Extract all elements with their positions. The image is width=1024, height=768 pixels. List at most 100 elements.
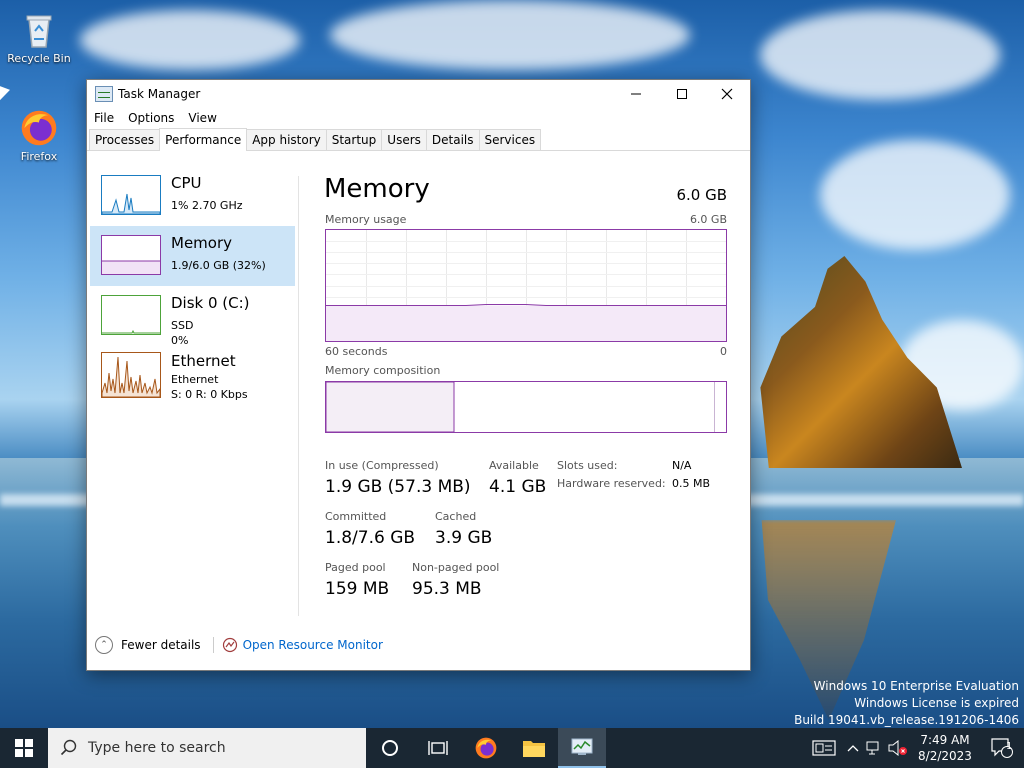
firefox-label: Firefox <box>20 150 58 163</box>
minimize-button[interactable] <box>613 80 659 108</box>
taskbar-firefox[interactable] <box>462 728 510 768</box>
sidebar-item-memory[interactable]: Memory 1.9/6.0 GB (32%) <box>90 226 295 286</box>
folder-icon <box>523 741 545 757</box>
resource-sidebar: CPU 1% 2.70 GHz Memory 1.9/6.0 GB (32%) <box>90 166 295 406</box>
paged-pool-label: Paged pool <box>325 561 386 574</box>
task-manager-icon <box>571 738 593 755</box>
graph-axis-right: 0 <box>720 345 727 358</box>
taskbar-file-explorer[interactable] <box>510 728 558 768</box>
chevron-up-icon[interactable]: ⌃ <box>95 636 113 654</box>
tab-processes[interactable]: Processes <box>89 129 161 150</box>
sidebar-item-cpu[interactable]: CPU 1% 2.70 GHz <box>90 166 295 226</box>
volume-muted-icon <box>888 740 907 756</box>
available-label: Available <box>489 459 539 472</box>
task-view-icon <box>428 741 448 755</box>
close-icon <box>721 88 733 100</box>
hardware-reserved-value: 0.5 MB <box>672 477 711 490</box>
task-view-button[interactable] <box>414 728 462 768</box>
sidebar-item-disk[interactable]: Disk 0 (C:) SSD 0% <box>90 286 295 347</box>
taskbar-search-box[interactable]: Type here to search <box>48 728 366 768</box>
fewer-details-link[interactable]: Fewer details <box>121 638 201 652</box>
memory-total: 6.0 GB <box>676 186 727 204</box>
action-center-button[interactable]: 1 <box>980 728 1024 768</box>
menu-options[interactable]: Options <box>123 111 179 125</box>
show-hidden-icons-button[interactable] <box>842 728 864 768</box>
notification-count: 1 <box>1006 741 1013 752</box>
cloud <box>760 10 1000 100</box>
cortana-icon <box>382 740 398 756</box>
memory-composition-label: Memory composition <box>325 364 441 377</box>
maximize-button[interactable] <box>659 80 705 108</box>
task-manager-window: Task Manager File Options View Processes… <box>86 79 751 671</box>
minimize-icon <box>631 93 641 95</box>
cached-value: 3.9 GB <box>435 528 493 548</box>
slots-used-label: Slots used: <box>557 459 618 472</box>
menu-view[interactable]: View <box>183 111 221 125</box>
start-button[interactable] <box>0 728 48 768</box>
memory-composition-bar <box>325 381 727 433</box>
tab-startup[interactable]: Startup <box>325 129 383 150</box>
open-resource-monitor-link[interactable]: Open Resource Monitor <box>243 638 383 652</box>
cloud <box>820 140 1010 250</box>
memory-sparkline <box>101 235 161 275</box>
composition-in-use[interactable] <box>325 381 455 433</box>
title-bar[interactable]: Task Manager <box>87 80 750 108</box>
sidebar-item-name: CPU <box>171 174 202 192</box>
desktop-icon-recycle-bin[interactable]: Recycle Bin <box>3 10 75 65</box>
watermark-line: Build 19041.vb_release.191206-1406 <box>794 713 1019 727</box>
task-manager-icon <box>95 86 113 102</box>
tab-users[interactable]: Users <box>381 129 427 150</box>
sidebar-item-detail: SSD <box>171 319 194 332</box>
clock-date: 8/2/2023 <box>918 749 972 763</box>
cached-label: Cached <box>435 510 477 523</box>
taskbar: Type here to search 7:49 AM 8/2/2023 1 <box>0 728 1024 768</box>
firefox-icon <box>475 737 497 759</box>
windows-logo-icon <box>15 739 33 757</box>
footer-divider <box>212 637 214 653</box>
sidebar-item-detail: Ethernet <box>171 373 219 386</box>
taskbar-task-manager[interactable] <box>558 728 606 768</box>
tray-keyboard-button[interactable] <box>806 728 842 768</box>
cortana-button[interactable] <box>366 728 414 768</box>
tab-app-history[interactable]: App history <box>246 129 327 150</box>
volume-button[interactable] <box>886 728 910 768</box>
hardware-reserved-label: Hardware reserved: <box>557 477 666 490</box>
search-icon <box>60 739 77 756</box>
memory-usage-chart <box>326 230 726 341</box>
committed-label: Committed <box>325 510 387 523</box>
in-use-label: In use (Compressed) <box>325 459 439 472</box>
usage-area <box>326 305 726 341</box>
network-button[interactable] <box>864 728 886 768</box>
sidebar-item-name: Ethernet <box>171 352 236 370</box>
memory-usage-max: 6.0 GB <box>689 213 727 226</box>
graph-axis-left: 60 seconds <box>325 345 388 358</box>
search-placeholder: Type here to search <box>88 740 226 756</box>
activation-watermark: Windows 10 Enterprise Evaluation Windows… <box>794 678 1019 728</box>
sidebar-item-name: Memory <box>171 234 233 252</box>
ethernet-sparkline <box>101 352 161 398</box>
memory-title: Memory <box>324 174 430 204</box>
network-icon <box>866 741 879 755</box>
sidebar-item-ethernet[interactable]: Ethernet Ethernet S: 0 R: 0 Kbps <box>90 346 295 406</box>
tab-performance[interactable]: Performance <box>159 128 248 151</box>
tab-details[interactable]: Details <box>425 129 480 150</box>
close-button[interactable] <box>704 80 750 108</box>
taskbar-clock[interactable]: 7:49 AM 8/2/2023 <box>910 732 980 764</box>
memory-usage-label: Memory usage <box>325 213 407 226</box>
performance-panel: CPU 1% 2.70 GHz Memory 1.9/6.0 GB (32%) <box>87 152 750 622</box>
non-paged-pool-label: Non-paged pool <box>412 561 500 574</box>
paged-pool-value: 159 MB <box>325 579 390 599</box>
sidebar-item-detail: 1% 2.70 GHz <box>171 199 243 212</box>
system-tray: 7:49 AM 8/2/2023 1 <box>806 728 1024 768</box>
available-value: 4.1 GB <box>489 477 547 497</box>
window-title: Task Manager <box>118 87 201 101</box>
in-use-value: 1.9 GB (57.3 MB) <box>325 477 471 497</box>
desktop-icon-firefox[interactable]: Firefox <box>3 108 75 163</box>
menu-file[interactable]: File <box>89 111 119 125</box>
sidebar-item-name: Disk 0 (C:) <box>171 294 250 312</box>
tab-services[interactable]: Services <box>478 129 542 150</box>
panel-divider <box>298 176 299 616</box>
resource-monitor-icon <box>222 637 237 653</box>
maximize-icon <box>677 89 687 99</box>
sidebar-item-detail: S: 0 R: 0 Kbps <box>171 388 248 401</box>
